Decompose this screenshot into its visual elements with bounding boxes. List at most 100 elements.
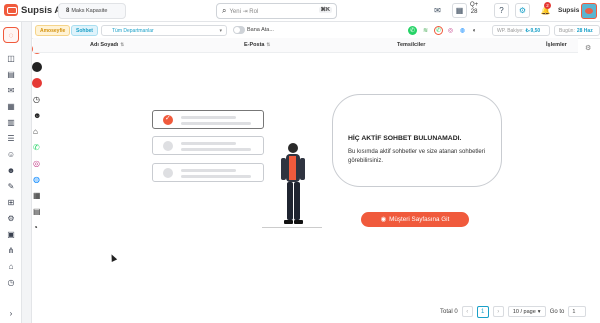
- instagram-icon[interactable]: ◎: [446, 26, 455, 35]
- mail-icon[interactable]: ✉: [430, 3, 445, 18]
- contacts-icon: ◫: [7, 53, 15, 63]
- sidebar-item-reports[interactable]: ▥: [5, 116, 17, 128]
- chat-counter[interactable]: Q+ 28: [470, 2, 478, 16]
- logo-icon: [4, 4, 18, 16]
- next-page-button[interactable]: ›: [492, 306, 504, 317]
- department-value: Tüm Departmanlar: [112, 27, 154, 34]
- sidebar-item-inbox[interactable]: ▤: [5, 68, 17, 80]
- customer-page-button-label: Müşteri Sayfasına Git: [389, 216, 450, 223]
- whatsapp-icon[interactable]: ✆: [408, 26, 417, 35]
- users-icon: ☻: [6, 165, 16, 175]
- username[interactable]: Supsis: [558, 7, 579, 14]
- assign-toggle-label: Bana Ata...: [247, 27, 274, 33]
- envelope-icon: ✉: [7, 85, 15, 95]
- channel-icon-2[interactable]: [32, 62, 42, 72]
- sidebar-item-users[interactable]: ☻: [5, 164, 17, 176]
- illustration-dot: [163, 168, 173, 178]
- main-panel: Amoseyfie Sohbet Tüm Departmanlar ▾ Bana…: [22, 22, 600, 323]
- capacity-value: 8: [66, 8, 70, 14]
- department-select[interactable]: Tüm Departmanlar ▾: [101, 25, 227, 36]
- store-icon: ⌂: [8, 261, 14, 271]
- sidebar-item-calendar[interactable]: ▦: [5, 100, 17, 112]
- grid-icon[interactable]: ▦: [452, 3, 467, 18]
- capacity-label: Maks Kapasite: [71, 8, 108, 14]
- column-label: İşlemler: [546, 42, 567, 48]
- sidebar-item-store[interactable]: ⌂: [5, 260, 17, 272]
- instagram-icon[interactable]: ◎: [33, 159, 40, 168]
- archive-icon[interactable]: ▤: [33, 207, 41, 216]
- whatsapp-icon[interactable]: ✆: [33, 143, 40, 152]
- counter-icons: Q+: [470, 2, 479, 8]
- column-header-actions: İşlemler: [546, 42, 567, 48]
- capacity-box[interactable]: 8 Maks Kapasite: [58, 3, 126, 19]
- sidebar-item-contacts[interactable]: ◫: [5, 52, 17, 64]
- rss-icon[interactable]: ◔: [33, 223, 38, 232]
- empty-state-title: HİÇ AKTİF SOHBET BULUNAMADI.: [348, 135, 462, 142]
- history-icon[interactable]: ◷: [33, 95, 40, 104]
- page-size-select[interactable]: 10 / page ▾: [507, 306, 546, 317]
- sidebar-item-mail[interactable]: ✉: [5, 84, 17, 96]
- assign-toggle[interactable]: [233, 26, 245, 34]
- top-bar: Supsis Ai 8 Maks Kapasite ⌕ Yeni ⇥ Rol ⌘…: [0, 0, 600, 22]
- home-icon[interactable]: ⌂: [33, 127, 38, 136]
- calendar-icon[interactable]: ▦: [33, 191, 41, 200]
- app-logo[interactable]: Supsis Ai: [4, 4, 64, 16]
- illustration-card-active: ✓: [152, 110, 264, 129]
- avatar[interactable]: [581, 3, 597, 19]
- sidebar-item-share[interactable]: ⋔: [5, 244, 17, 256]
- page-number[interactable]: 1: [476, 305, 489, 318]
- tasks-icon: ☰: [7, 133, 15, 143]
- sidebar-item-chat[interactable]: ◌: [3, 27, 19, 43]
- other-channel-icon[interactable]: ◐: [470, 26, 479, 35]
- sidebar-item-tasks[interactable]: ☰: [5, 132, 17, 144]
- today-value: 28 Haz: [576, 27, 593, 34]
- sidebar-item-templates[interactable]: ▣: [5, 228, 17, 240]
- column-header-name[interactable]: Adı Soyadı ⇅: [90, 42, 124, 48]
- sidebar-item-bot[interactable]: ☺: [5, 148, 17, 160]
- sidebar-item-edit[interactable]: ✎: [5, 180, 17, 192]
- search-input[interactable]: ⌕ Yeni ⇥ Rol ⌘K: [216, 3, 337, 19]
- share-icon: ⋔: [7, 245, 15, 255]
- goto-label: Go to: [549, 308, 565, 315]
- messenger-icon[interactable]: ◍: [33, 175, 40, 184]
- sohbet-chip[interactable]: Sohbet: [71, 25, 98, 36]
- chat-bubble-icon: ◌: [8, 30, 14, 40]
- channel-icon-3[interactable]: [32, 78, 42, 88]
- goto-input[interactable]: 1: [568, 306, 587, 317]
- total-count: Total 0: [440, 308, 458, 315]
- whatsapp-business-icon[interactable]: ✆: [434, 26, 443, 35]
- notification-badge: 2: [544, 2, 551, 9]
- table-header: Adı Soyadı ⇅ E-Posta ⇅ Temsilciler İşlemle…: [33, 38, 578, 53]
- help-icon[interactable]: ?: [494, 3, 509, 18]
- wp-balance: WP. Bakiye: ₺-9,50: [492, 25, 550, 36]
- chevron-right-icon: ›: [9, 308, 13, 318]
- illustration-line: [181, 169, 236, 172]
- sidebar-item-history[interactable]: ◷: [5, 276, 17, 288]
- calendar-icon: ▦: [7, 101, 15, 111]
- inbox-icon: ▤: [7, 69, 15, 79]
- wifi-icon[interactable]: ≋: [421, 26, 430, 35]
- customer-page-button[interactable]: ◉ Müşteri Sayfasına Git: [361, 212, 469, 227]
- search-icon: ⌕: [222, 6, 227, 15]
- channel-strip: [22, 22, 32, 323]
- search-placeholder: Yeni ⇥ Rol: [229, 8, 259, 15]
- gear-icon[interactable]: ⚙: [515, 3, 530, 18]
- settings-icon: ⚙: [7, 213, 15, 223]
- messenger-icon[interactable]: ◍: [458, 26, 467, 35]
- user-circle-icon: ◉: [380, 216, 387, 223]
- user-add-icon[interactable]: ☻: [33, 111, 41, 120]
- column-label: Adı Soyadı: [90, 42, 119, 48]
- illustration-line: [181, 122, 251, 125]
- sidebar-expand[interactable]: ›: [5, 307, 17, 319]
- sidebar: ◌ ◫ ▤ ✉ ▦ ▥ ☰ ☺ ☻ ✎ ⊞ ⚙ ▣ ⋔ ⌂ ◷ ›: [0, 22, 22, 323]
- page-size-value: 10 / page: [512, 308, 536, 315]
- table-settings-icon[interactable]: ⚙: [585, 44, 591, 52]
- column-header-email[interactable]: E-Posta ⇅: [244, 42, 270, 48]
- sidebar-item-plugins[interactable]: ⊞: [5, 196, 17, 208]
- sidebar-item-settings[interactable]: ⚙: [5, 212, 17, 224]
- wp-label: WP. Bakiye:: [497, 27, 524, 34]
- status-chip[interactable]: Amoseyfie: [35, 25, 71, 36]
- prev-page-button[interactable]: ‹: [461, 306, 473, 317]
- plugins-icon: ⊞: [7, 197, 15, 207]
- filter-bar: Amoseyfie Sohbet Tüm Departmanlar ▾ Bana…: [32, 22, 600, 39]
